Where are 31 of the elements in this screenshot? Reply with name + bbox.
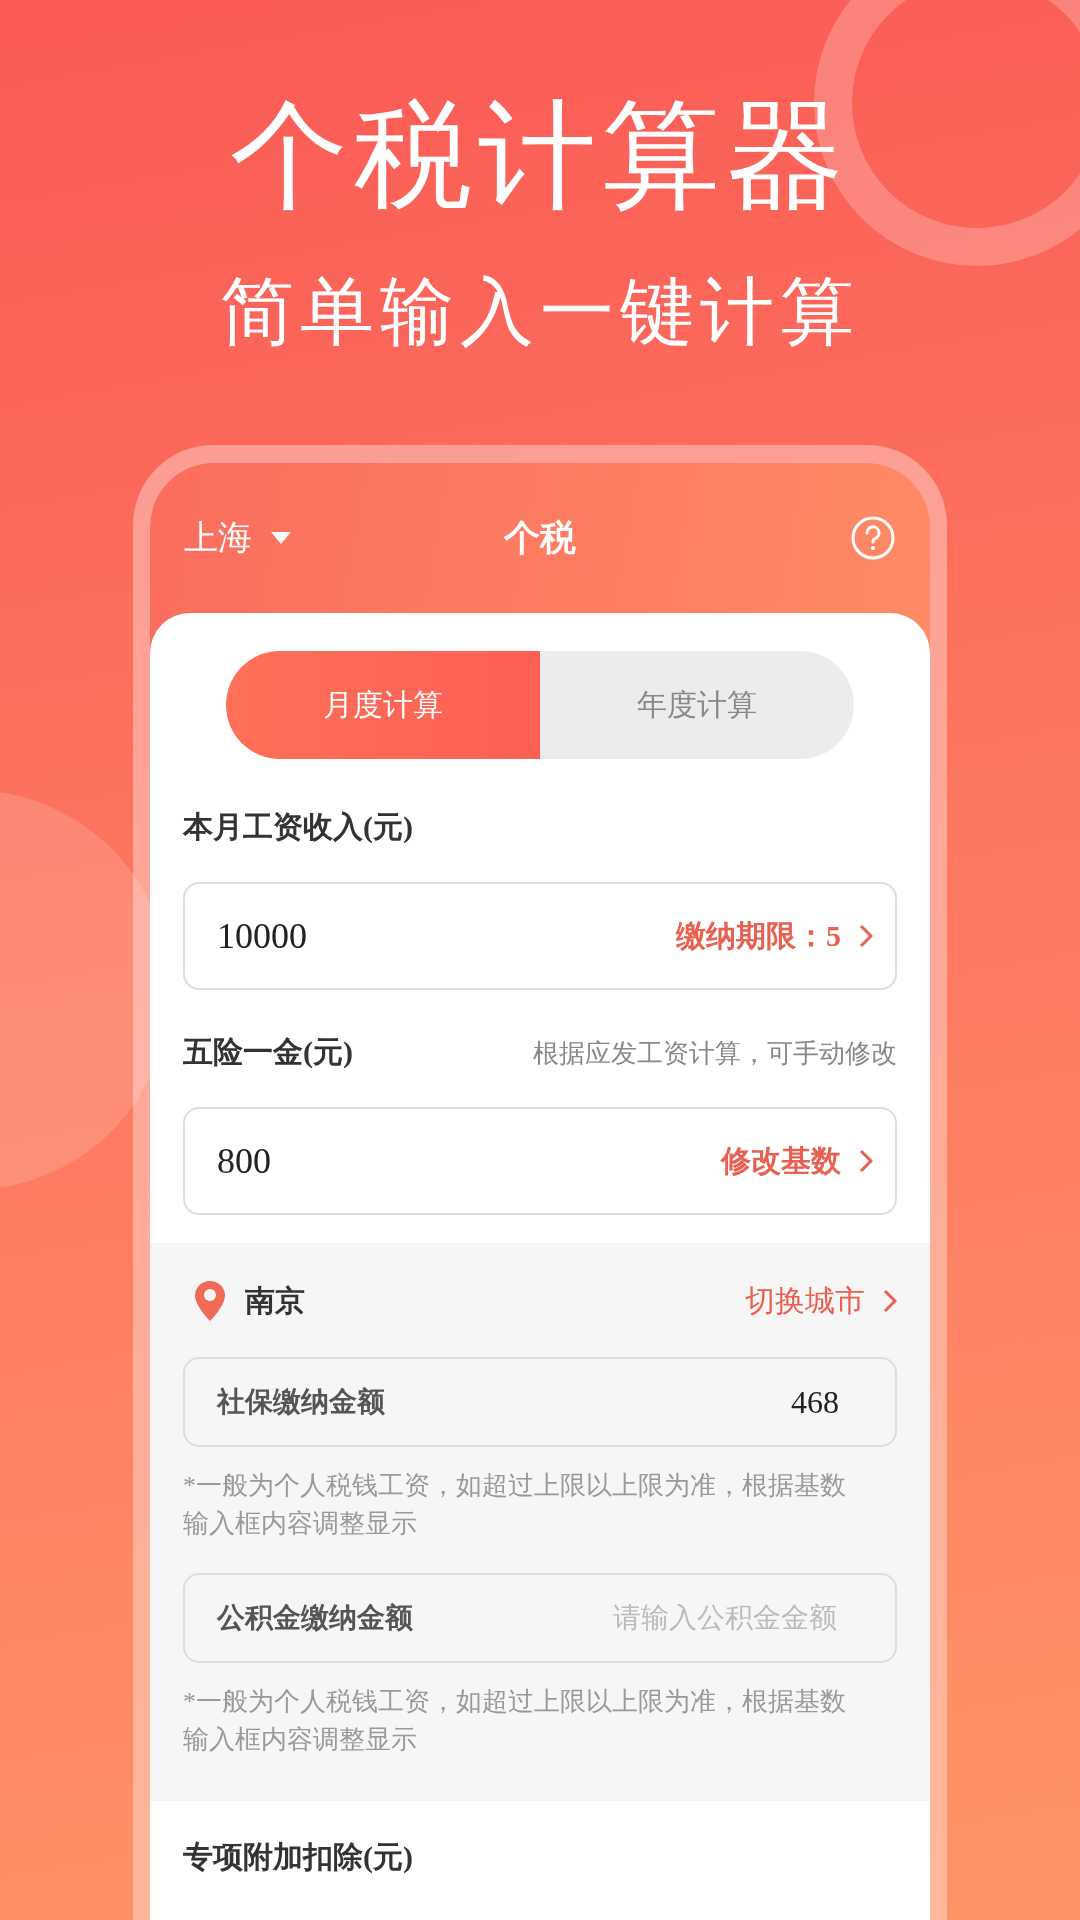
term-link[interactable]: 缴纳期限：5 [676, 915, 873, 957]
amount-input[interactable]: 请输入公积金金额 [575, 1601, 839, 1636]
help-icon[interactable] [850, 515, 896, 562]
calc-tab[interactable]: 年度计算 [540, 651, 854, 760]
field-value: 468 [791, 1383, 839, 1421]
headline: 个税计算器 [230, 92, 850, 222]
field-label: 社保缴纳金额 [217, 1385, 385, 1420]
city-dropdown[interactable]: 上海 [184, 515, 292, 562]
switch-city-link[interactable]: 切换城市 [745, 1280, 897, 1322]
subtitle: 简单输入一键计算 [220, 271, 860, 354]
app-title: 个税 [504, 516, 576, 560]
insurance-field[interactable]: 800 修改基数 [183, 1107, 897, 1216]
field-hint: 根据应发工资计算，可手动修改 [533, 1038, 897, 1071]
city-name: 南京 [245, 1282, 305, 1319]
amount-field[interactable]: 公积金缴纳金额 请输入公积金金额 [183, 1573, 897, 1664]
field-label: 五险一金(元) [183, 1034, 353, 1071]
field-label: 本月工资收入(元) [183, 809, 414, 846]
chevron-icon [883, 1289, 897, 1314]
field-note: *一般为个人税钱工资，如超过上限以上限为准，根据基数输入框内容调整显示 [183, 1470, 847, 1541]
caret-icon [270, 531, 292, 546]
field-label: 公积金缴纳金额 [217, 1601, 413, 1636]
chevron-icon [859, 924, 873, 949]
field-value: 800 [217, 1140, 271, 1183]
field-label: 专项附加扣除(元) [183, 1839, 414, 1876]
field-note: *一般为个人税钱工资，如超过上限以上限为准，根据基数输入框内容调整显示 [183, 1686, 847, 1757]
edit-base-link[interactable]: 修改基数 [721, 1140, 873, 1182]
field-value: 10000 [217, 915, 307, 958]
salary-field[interactable]: 10000 缴纳期限：5 [183, 882, 897, 991]
calc-tab[interactable]: 月度计算 [226, 651, 540, 760]
amount-field[interactable]: 社保缴纳金额 468 [183, 1357, 897, 1448]
chevron-icon [859, 1149, 873, 1174]
